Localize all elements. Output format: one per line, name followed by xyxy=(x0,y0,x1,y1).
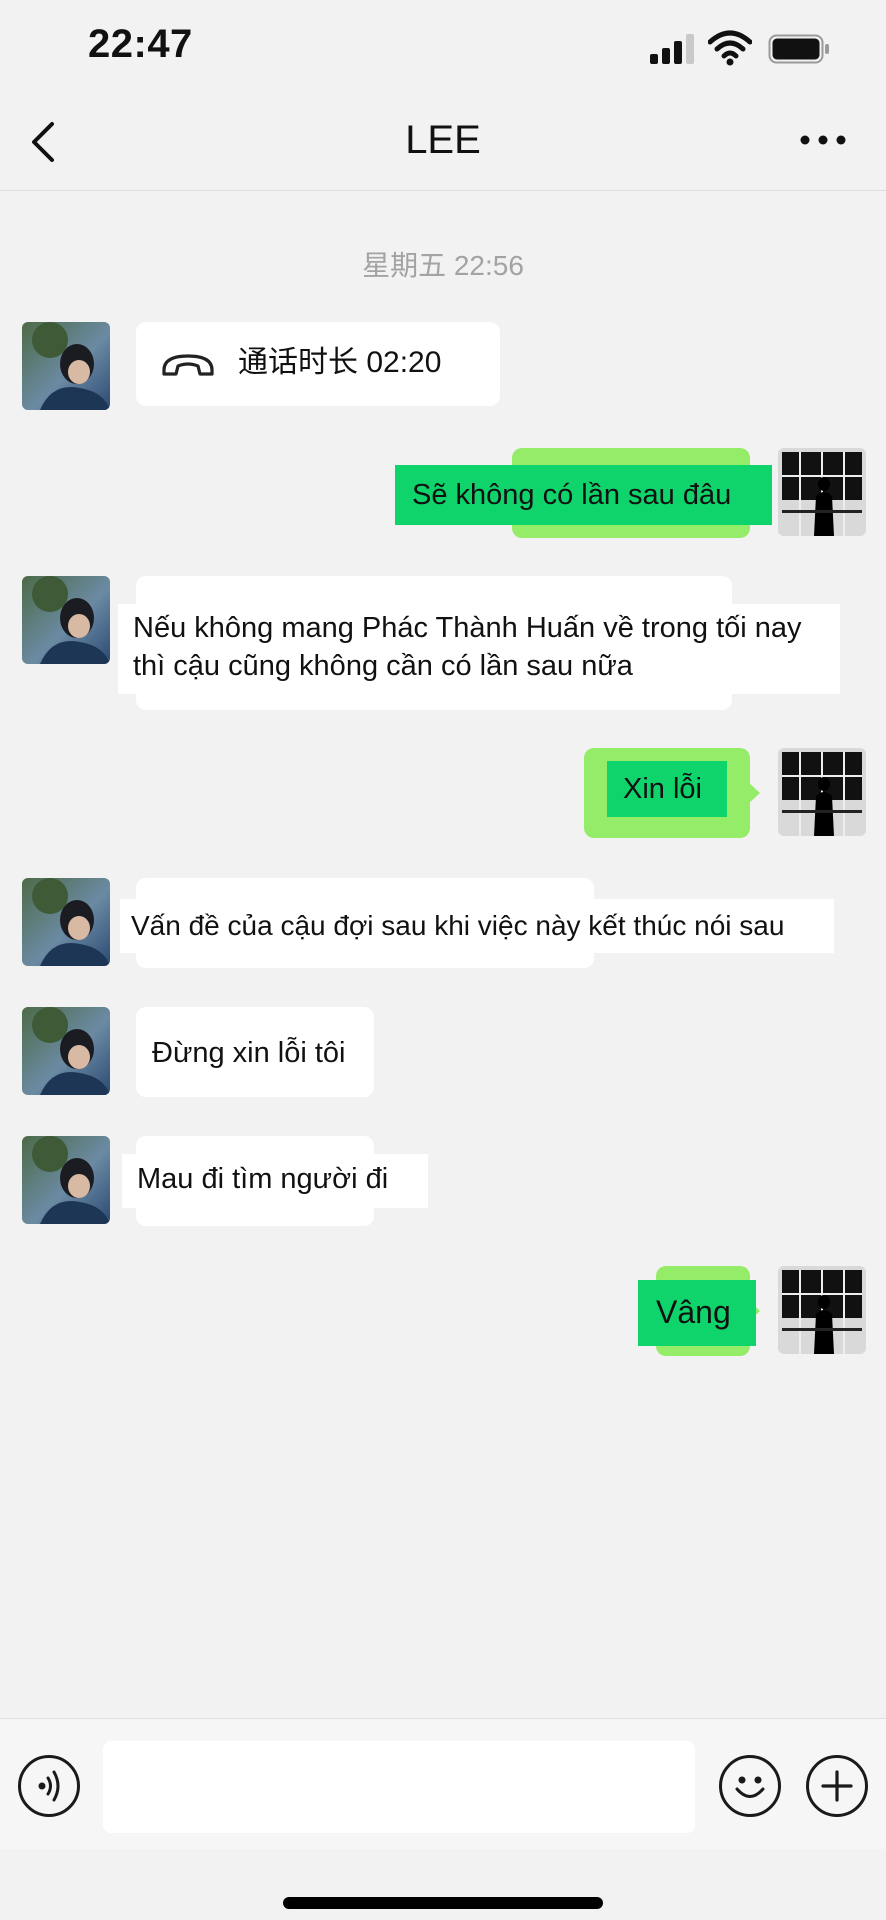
my-avatar[interactable] xyxy=(778,748,866,836)
voice-button[interactable] xyxy=(18,1755,80,1817)
emoji-button[interactable] xyxy=(719,1755,781,1817)
status-time: 22:47 xyxy=(88,22,193,66)
wifi-icon xyxy=(708,30,752,66)
call-record-bubble[interactable]: 通话时长 02:20 xyxy=(136,322,500,406)
incoming-message-text: Vấn đề của cậu đợi sau khi việc này kết … xyxy=(131,910,785,941)
chat-header: LEE xyxy=(0,90,886,191)
battery-icon xyxy=(768,34,829,64)
my-avatar[interactable] xyxy=(778,1266,866,1354)
my-avatar[interactable] xyxy=(778,448,866,536)
contact-avatar[interactable] xyxy=(22,878,110,966)
incoming-message-text-line2: thì cậu cũng không cần có lần sau nữa xyxy=(133,650,633,682)
plus-icon xyxy=(821,1770,853,1802)
contact-avatar[interactable] xyxy=(22,1136,110,1224)
cellular-signal-icon xyxy=(650,34,696,64)
outgoing-message-text: Vâng xyxy=(656,1294,731,1330)
more-icon[interactable] xyxy=(800,130,846,150)
incoming-message-text: Mau đi tìm người đi xyxy=(137,1163,389,1195)
incoming-message-text-line1: Nếu không mang Phác Thành Huấn về trong … xyxy=(133,612,802,644)
status-bar: 22:47 xyxy=(0,0,886,90)
chat-timestamp: 星期五 22:56 xyxy=(362,250,524,281)
contact-avatar[interactable] xyxy=(22,322,110,410)
home-indicator xyxy=(283,1897,603,1909)
phone-hangup-icon xyxy=(162,354,214,376)
voice-icon xyxy=(38,1770,60,1802)
call-duration-text: 通话时长 02:20 xyxy=(238,346,442,379)
message-input-bar xyxy=(0,1718,886,1849)
contact-avatar[interactable] xyxy=(22,1007,110,1095)
emoji-icon xyxy=(735,1776,765,1798)
outgoing-message-text: Xin lỗi xyxy=(623,773,702,805)
contact-avatar[interactable] xyxy=(22,576,110,664)
more-functions-button[interactable] xyxy=(806,1755,868,1817)
chat-title: LEE xyxy=(405,118,481,162)
bubble-tail xyxy=(748,782,760,804)
message-input[interactable] xyxy=(103,1741,695,1833)
outgoing-message-text: Sẽ không có lần sau đâu xyxy=(412,479,732,511)
incoming-message-text: Đừng xin lỗi tôi xyxy=(152,1037,346,1069)
